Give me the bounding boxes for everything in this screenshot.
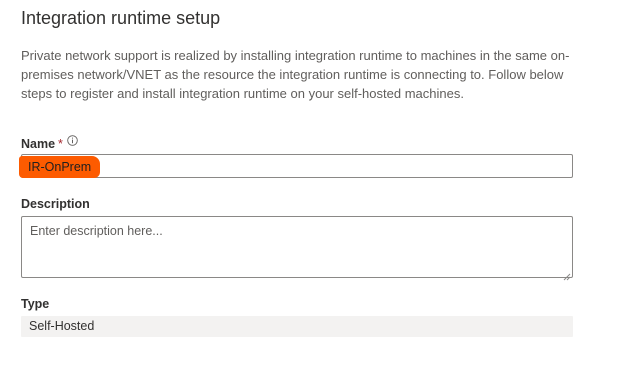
name-label-row: Name * [21, 134, 78, 152]
name-label: Name [21, 137, 56, 151]
type-value: Self-Hosted [29, 319, 95, 333]
intro-description: Private network support is realized by i… [21, 48, 570, 101]
type-field: Self-Hosted [21, 316, 573, 337]
page-title: Integration runtime setup [21, 8, 221, 28]
type-label: Type [21, 297, 50, 311]
info-icon[interactable] [67, 134, 78, 146]
name-input-value: IR-OnPrem [19, 156, 101, 178]
name-input[interactable]: IR-OnPrem [19, 154, 573, 178]
description-textarea[interactable]: Enter description here... [21, 216, 573, 281]
required-marker: * [58, 137, 63, 151]
description-placeholder: Enter description here... [30, 224, 163, 238]
description-label: Description [21, 197, 90, 211]
resize-handle-icon[interactable] [563, 268, 571, 281]
